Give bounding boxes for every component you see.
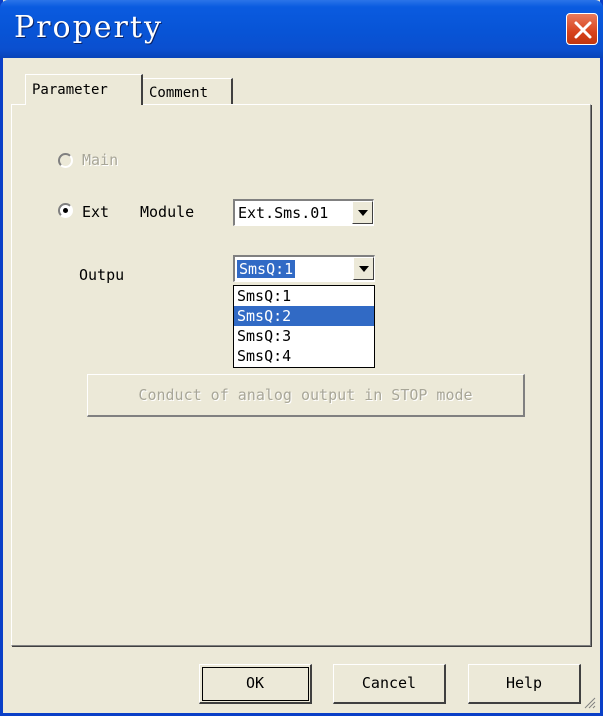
- resize-grip-icon[interactable]: [582, 695, 596, 709]
- title-bar[interactable]: Property: [0, 0, 603, 58]
- ext-radio[interactable]: [58, 203, 73, 218]
- tab-comment-label: Comment: [149, 85, 209, 101]
- output-option[interactable]: SmsQ:1: [234, 286, 374, 306]
- property-dialog: Property Parameter Comment Main Ext Modu…: [0, 0, 603, 716]
- output-option-highlighted[interactable]: SmsQ:2: [234, 306, 374, 326]
- output-dropdown-button[interactable]: [353, 257, 374, 280]
- module-dropdown-button[interactable]: [352, 201, 373, 224]
- radio-dot-icon: [63, 208, 68, 213]
- output-select[interactable]: SmsQ:1: [233, 255, 375, 282]
- tab-parameter[interactable]: Parameter: [25, 74, 143, 105]
- ok-button[interactable]: OK: [199, 664, 312, 704]
- output-select-value: SmsQ:1: [237, 260, 296, 278]
- help-button[interactable]: Help: [468, 664, 581, 704]
- tab-comment[interactable]: Comment: [143, 78, 233, 104]
- module-select[interactable]: Ext.Sms.01: [233, 199, 374, 226]
- output-option[interactable]: SmsQ:3: [234, 326, 374, 346]
- cancel-button[interactable]: Cancel: [333, 664, 446, 704]
- close-button[interactable]: [566, 13, 598, 45]
- ext-label: Ext: [82, 203, 110, 221]
- tab-parameter-label: Parameter: [32, 82, 108, 98]
- window-title: Property: [14, 10, 163, 45]
- main-radio: [58, 153, 73, 168]
- main-label: Main: [82, 151, 119, 169]
- close-icon: [574, 21, 592, 39]
- module-label: Module: [140, 203, 195, 221]
- stop-mode-button: Conduct of analog output in STOP mode: [87, 374, 525, 417]
- chevron-down-icon: [359, 266, 369, 272]
- output-dropdown-list: SmsQ:1 SmsQ:2 SmsQ:3 SmsQ:4: [233, 285, 375, 368]
- output-label: Outpu: [79, 266, 125, 284]
- module-select-value: Ext.Sms.01: [238, 204, 329, 222]
- chevron-down-icon: [358, 210, 368, 216]
- output-option[interactable]: SmsQ:4: [234, 346, 374, 366]
